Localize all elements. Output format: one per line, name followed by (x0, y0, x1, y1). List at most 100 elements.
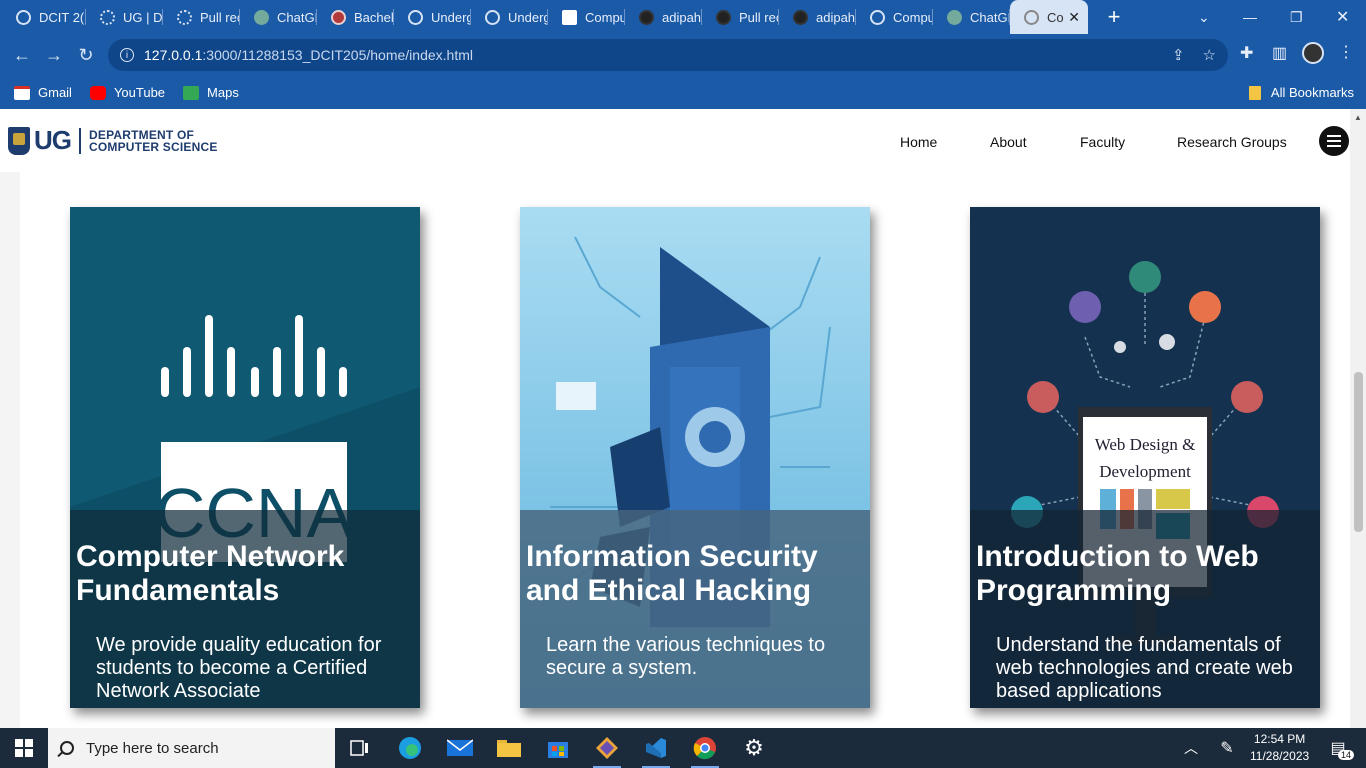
bookmark-youtube[interactable]: YouTube (89, 85, 165, 100)
site-icon (485, 9, 500, 25)
store-icon[interactable] (538, 732, 578, 764)
card-description: We provide quality education for student… (96, 634, 382, 702)
bookmark-label: Maps (207, 85, 239, 100)
chevron-down-icon[interactable]: ⌄ (1198, 0, 1210, 34)
address-bar[interactable]: i 127.0.0.1:3000/11288153_DCIT205/home/i… (108, 39, 1228, 71)
tab-label: Co (1047, 9, 1064, 25)
tab-label: Underg (508, 9, 548, 25)
card-title: Information Security and Ethical Hacking (526, 540, 818, 607)
notification-count: 14 (1337, 750, 1354, 760)
close-icon[interactable]: ✕ (1068, 9, 1080, 26)
site-navbar: UG DEPARTMENT OF COMPUTER SCIENCE Home A… (0, 109, 1350, 172)
course-card-networking[interactable]: CCNA Computer Network Fundamentals We pr… (70, 207, 420, 708)
browser-tab[interactable]: adipah (625, 0, 702, 34)
github-icon (716, 9, 731, 25)
folder-icon (1248, 85, 1261, 100)
browser-tab[interactable]: ChatGF (933, 0, 1010, 34)
bookmark-star-icon[interactable]: ☆ (1203, 46, 1216, 64)
forward-button[interactable]: → (38, 45, 70, 66)
browser-tab[interactable]: UG | D (86, 0, 163, 34)
close-window-button[interactable]: ✕ (1336, 0, 1349, 34)
back-button[interactable]: ← (6, 45, 38, 66)
share-icon[interactable]: ⇪ (1172, 46, 1185, 64)
loading-icon (100, 9, 115, 25)
taskbar-search[interactable]: Type here to search (48, 728, 335, 768)
clock-date: 11/28/2023 (1250, 749, 1310, 763)
side-panel-icon[interactable]: ▥ (1272, 43, 1287, 63)
chatgpt-icon (947, 9, 962, 25)
site-logo[interactable]: UG DEPARTMENT OF COMPUTER SCIENCE (8, 125, 218, 156)
minimize-button[interactable]: — (1243, 0, 1257, 34)
nav-research-groups[interactable]: Research Groups (1177, 134, 1287, 150)
bookmark-maps[interactable]: Maps (183, 85, 239, 100)
settings-gear-icon[interactable]: ⚙ (734, 732, 774, 764)
file-explorer-icon[interactable] (489, 732, 529, 764)
new-tab-button[interactable]: + (1102, 4, 1126, 30)
tab-label: Bachel (354, 9, 394, 25)
web-design-line1: Web Design & (1095, 435, 1196, 454)
nav-about[interactable]: About (990, 134, 1027, 150)
reload-button[interactable]: ↻ (70, 45, 102, 66)
browser-tab-active[interactable]: Co ✕ (1010, 0, 1088, 34)
browser-tab[interactable]: Pull rec (163, 0, 240, 34)
browser-tab[interactable]: Underg (471, 0, 548, 34)
profile-avatar[interactable] (1302, 42, 1324, 64)
search-icon (60, 741, 74, 755)
card-title: Computer Network Fundamentals (76, 540, 345, 607)
logo-divider (79, 127, 81, 154)
gmail-icon (14, 85, 30, 100)
windows-icon (15, 739, 33, 757)
mail-icon[interactable] (440, 732, 480, 764)
loading-icon (177, 9, 192, 25)
card-title: Introduction to Web Programming (976, 540, 1259, 607)
bookmark-gmail[interactable]: Gmail (14, 85, 72, 100)
more-menu-icon[interactable]: ⋮ (1338, 42, 1354, 62)
chatgpt-icon (254, 9, 269, 25)
hamburger-menu-button[interactable] (1319, 126, 1349, 156)
tab-label: Underg (431, 9, 471, 25)
browser-tab[interactable]: DCIT 2( (0, 0, 86, 34)
browser-tab[interactable]: Bachel (317, 0, 394, 34)
browser-tab[interactable]: Pull rec (702, 0, 779, 34)
pen-icon[interactable]: ✎ (1212, 732, 1242, 764)
scrollbar-thumb[interactable] (1354, 372, 1363, 532)
start-button[interactable] (0, 728, 48, 768)
browser-tab[interactable]: Compu (548, 0, 625, 34)
course-card-security[interactable]: Information Security and Ethical Hacking… (520, 207, 870, 708)
tab-label: adipah (662, 9, 702, 25)
site-icon (562, 9, 577, 25)
git-app-icon[interactable] (587, 732, 627, 768)
url-host: 127.0.0.1 (144, 47, 203, 63)
restore-button[interactable]: ❐ (1290, 0, 1303, 34)
all-bookmarks-button[interactable]: All Bookmarks (1248, 76, 1354, 109)
nav-faculty[interactable]: Faculty (1080, 134, 1125, 150)
site-icon (1024, 9, 1039, 25)
vscode-icon[interactable] (636, 732, 676, 768)
browser-tab[interactable]: ChatGF (240, 0, 317, 34)
card-description: Learn the various techniques to secure a… (546, 634, 826, 679)
github-icon (639, 9, 654, 25)
taskbar-clock[interactable]: 12:54 PM 11/28/2023 (1250, 731, 1309, 765)
site-icon (16, 9, 31, 25)
browser-tab[interactable]: Underg (394, 0, 471, 34)
tab-label: Pull rec (739, 9, 779, 25)
scroll-up-icon[interactable]: ▲ (1354, 113, 1362, 122)
browser-tab[interactable]: Compu (856, 0, 933, 34)
tab-label: ChatGF (277, 9, 317, 25)
page-scrollbar[interactable]: ▲ (1350, 109, 1366, 728)
edge-icon[interactable] (390, 732, 430, 764)
clock-time: 12:54 PM (1253, 732, 1306, 746)
browser-tab-strip: DCIT 2( UG | D Pull rec ChatGF Bachel Un… (0, 0, 1366, 34)
browser-tab[interactable]: adipah (779, 0, 856, 34)
maps-icon (183, 85, 200, 100)
extensions-icon[interactable]: ✚ (1240, 43, 1253, 63)
logo-ug: UG (34, 125, 72, 155)
nav-home[interactable]: Home (900, 134, 937, 150)
task-view-icon[interactable] (340, 732, 380, 764)
course-card-web[interactable]: Web Design & Development Introduction to… (970, 207, 1320, 708)
chevron-up-icon[interactable]: ︿ (1176, 732, 1206, 764)
chrome-icon[interactable] (685, 732, 725, 768)
browser-toolbar: ← → ↻ i 127.0.0.1:3000/11288153_DCIT205/… (0, 34, 1366, 76)
site-info-icon[interactable]: i (120, 48, 134, 62)
notifications-icon[interactable]: ▤ 14 (1318, 732, 1358, 764)
